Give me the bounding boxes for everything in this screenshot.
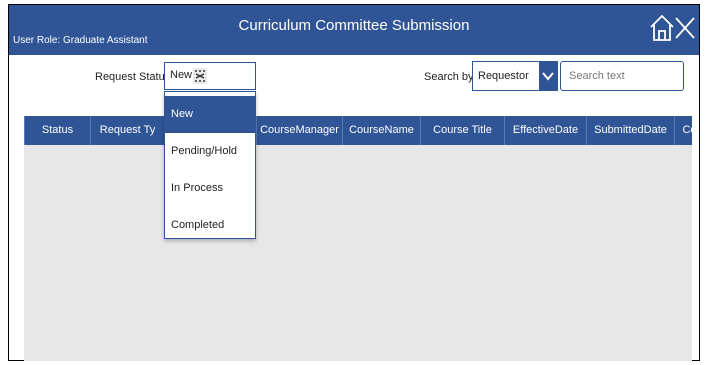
column-header-course-manager[interactable]: CourseManager xyxy=(256,116,342,145)
move-grip-icon xyxy=(193,68,207,84)
search-input[interactable] xyxy=(560,61,684,91)
column-header-status[interactable]: Status xyxy=(24,116,90,145)
column-header-request-type[interactable]: Request Ty xyxy=(90,116,164,145)
column-header-effective-date[interactable]: EffectiveDate xyxy=(504,116,586,145)
app-title: Curriculum Committee Submission xyxy=(238,17,470,34)
status-option-new[interactable]: New xyxy=(165,96,255,133)
column-header-submitted-date[interactable]: SubmittedDate xyxy=(586,116,674,145)
status-option-completed[interactable]: Completed xyxy=(165,207,255,244)
column-header-course-title[interactable]: Course Title xyxy=(420,116,504,145)
search-by-value: Requestor xyxy=(478,70,529,82)
table-header: Status Request Ty CourseManager CourseNa… xyxy=(24,116,692,145)
user-role-label: User Role: Graduate Assistant xyxy=(13,35,148,46)
request-status-dropdown[interactable]: New xyxy=(164,62,256,90)
home-icon[interactable] xyxy=(649,13,675,43)
request-status-value: New xyxy=(170,69,193,81)
request-status-menu: New Pending/Hold In Process Completed xyxy=(164,91,256,239)
column-header-course-name[interactable]: CourseName xyxy=(342,116,420,145)
status-option-pending-hold[interactable]: Pending/Hold xyxy=(165,133,255,170)
chevron-down-icon xyxy=(539,62,557,90)
app-header: User Role: Graduate Assistant Curriculum… xyxy=(9,5,699,55)
status-option-in-process[interactable]: In Process xyxy=(165,170,255,207)
search-by-label: Search by: xyxy=(424,71,477,83)
search-by-dropdown[interactable]: Requestor xyxy=(472,61,558,91)
request-status-label: Request Status: xyxy=(95,71,174,83)
column-header-truncated[interactable]: Ce xyxy=(674,116,692,145)
table-body xyxy=(24,116,692,361)
close-icon[interactable] xyxy=(673,15,697,41)
